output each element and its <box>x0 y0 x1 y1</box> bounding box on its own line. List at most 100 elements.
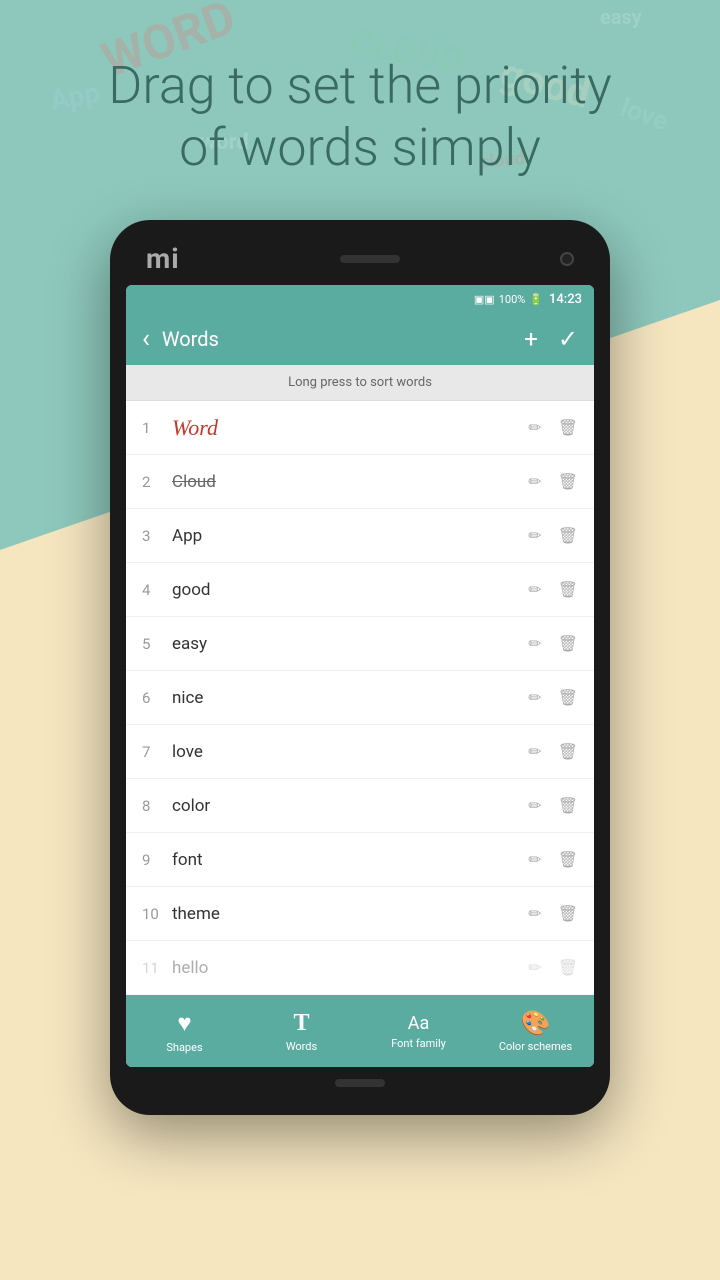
word-actions: ✏ 🗑 <box>528 688 578 707</box>
edit-word-button[interactable]: ✏ <box>528 472 541 491</box>
edit-word-button[interactable]: ✏ <box>528 634 541 653</box>
phone-speaker <box>340 255 400 263</box>
delete-word-button[interactable]: 🗑 <box>558 796 578 815</box>
app-header: ‹ Words + ✓ <box>126 313 594 365</box>
nav-label-font-family: Font family <box>391 1037 446 1050</box>
confirm-button[interactable]: ✓ <box>558 325 578 353</box>
nav-label-words: Words <box>286 1040 317 1053</box>
word-text: Cloud <box>172 472 528 492</box>
nav-item-shapes[interactable]: ♥ Shapes <box>126 995 243 1067</box>
word-number: 8 <box>142 797 172 815</box>
edit-word-button[interactable]: ✏ <box>528 580 541 599</box>
delete-word-button[interactable]: 🗑 <box>558 472 578 491</box>
hero-title-line2: of words simply <box>0 117 720 179</box>
bottom-navigation: ♥ Shapes T Words Aa Font family 🎨 Color … <box>126 995 594 1067</box>
edit-word-button[interactable]: ✏ <box>528 904 541 923</box>
phone-camera <box>560 252 574 266</box>
delete-word-button[interactable]: 🗑 <box>558 526 578 545</box>
phone-frame: mi ▣▣ 100% 🔋 14:23 ‹ Words + ✓ <box>110 220 610 1115</box>
word-text: nice <box>172 688 528 708</box>
word-actions: ✏ 🗑 <box>528 418 578 437</box>
edit-word-button[interactable]: ✏ <box>528 688 541 707</box>
header-actions: + ✓ <box>524 325 578 353</box>
word-text: hello <box>172 958 528 978</box>
delete-word-button[interactable]: 🗑 <box>558 688 578 707</box>
words-icon: T <box>293 1010 309 1037</box>
table-row: 9 font ✏ 🗑 <box>126 833 594 887</box>
delete-word-button[interactable]: 🗑 <box>558 742 578 761</box>
nav-item-color-schemes[interactable]: 🎨 Color schemes <box>477 995 594 1067</box>
table-row: 8 color ✏ 🗑 <box>126 779 594 833</box>
edit-word-button[interactable]: ✏ <box>528 526 541 545</box>
word-number: 4 <box>142 581 172 599</box>
table-row: 5 easy ✏ 🗑 <box>126 617 594 671</box>
word-text: App <box>172 526 528 546</box>
word-number: 9 <box>142 851 172 869</box>
word-actions: ✏ 🗑 <box>528 904 578 923</box>
word-number: 5 <box>142 635 172 653</box>
nav-item-words[interactable]: T Words <box>243 995 360 1067</box>
page-title: Words <box>162 327 524 351</box>
phone-screen: ▣▣ 100% 🔋 14:23 ‹ Words + ✓ Long press t… <box>126 285 594 1067</box>
delete-word-button[interactable]: 🗑 <box>558 634 578 653</box>
phone-top-chrome: mi <box>126 236 594 285</box>
hero-section: Drag to set the priority of words simply <box>0 55 720 180</box>
status-signal: ▣▣ <box>474 293 495 306</box>
word-text: font <box>172 850 528 870</box>
table-row: 10 theme ✏ 🗑 <box>126 887 594 941</box>
back-button[interactable]: ‹ <box>142 324 150 354</box>
edit-word-button[interactable]: ✏ <box>528 418 541 437</box>
nav-label-color-schemes: Color schemes <box>499 1040 572 1053</box>
edit-word-button[interactable]: ✏ <box>528 850 541 869</box>
phone-device: mi ▣▣ 100% 🔋 14:23 ‹ Words + ✓ <box>110 220 610 1115</box>
home-button[interactable] <box>335 1079 385 1087</box>
edit-word-button[interactable]: ✏ <box>528 742 541 761</box>
word-text: Word <box>172 415 528 441</box>
word-actions: ✏ 🗑 <box>528 580 578 599</box>
word-actions: ✏ 🗑 <box>528 472 578 491</box>
delete-word-button[interactable]: 🗑 <box>558 904 578 923</box>
sort-hint-bar: Long press to sort words <box>126 365 594 401</box>
shapes-icon: ♥ <box>177 1009 191 1038</box>
word-number: 7 <box>142 743 172 761</box>
word-actions: ✏ 🗑 <box>528 958 578 977</box>
sort-hint-text: Long press to sort words <box>288 375 432 390</box>
word-number: 10 <box>142 905 172 923</box>
table-row: 4 good ✏ 🗑 <box>126 563 594 617</box>
word-text: theme <box>172 904 528 924</box>
table-row: 7 love ✏ 🗑 <box>126 725 594 779</box>
table-row: 11 hello ✏ 🗑 <box>126 941 594 995</box>
word-actions: ✏ 🗑 <box>528 526 578 545</box>
word-actions: ✏ 🗑 <box>528 850 578 869</box>
word-text: love <box>172 742 528 762</box>
delete-word-button[interactable]: 🗑 <box>558 580 578 599</box>
delete-word-button[interactable]: 🗑 <box>558 850 578 869</box>
status-icons: ▣▣ 100% 🔋 <box>474 293 543 306</box>
word-number: 11 <box>142 959 172 977</box>
table-row: 3 App ✏ 🗑 <box>126 509 594 563</box>
word-number: 3 <box>142 527 172 545</box>
word-list[interactable]: 1 Word ✏ 🗑 2 Cloud ✏ 🗑 <box>126 401 594 995</box>
word-number: 1 <box>142 419 172 437</box>
word-text: good <box>172 580 528 600</box>
word-actions: ✏ 🗑 <box>528 634 578 653</box>
phone-brand: mi <box>146 242 180 275</box>
status-time: 14:23 <box>549 292 582 307</box>
word-number: 6 <box>142 689 172 707</box>
nav-item-font-family[interactable]: Aa Font family <box>360 995 477 1067</box>
word-actions: ✏ 🗑 <box>528 796 578 815</box>
delete-word-button[interactable]: 🗑 <box>558 418 578 437</box>
add-word-button[interactable]: + <box>524 325 538 353</box>
word-number: 2 <box>142 473 172 491</box>
word-text: color <box>172 796 528 816</box>
status-battery-text: 100% <box>499 293 526 306</box>
edit-word-button[interactable]: ✏ <box>528 958 541 977</box>
nav-label-shapes: Shapes <box>166 1041 202 1054</box>
font-family-icon: Aa <box>408 1013 430 1034</box>
delete-word-button[interactable]: 🗑 <box>558 958 578 977</box>
table-row: 6 nice ✏ 🗑 <box>126 671 594 725</box>
status-bar: ▣▣ 100% 🔋 14:23 <box>126 285 594 313</box>
color-schemes-icon: 🎨 <box>521 1009 551 1037</box>
word-text: easy <box>172 634 528 654</box>
edit-word-button[interactable]: ✏ <box>528 796 541 815</box>
